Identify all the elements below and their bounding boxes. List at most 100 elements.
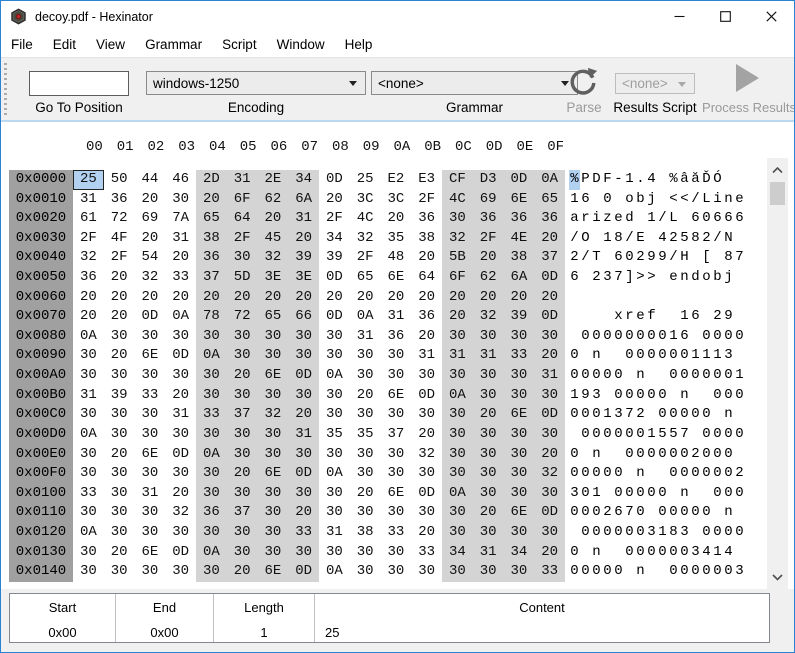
toolbar-drag-handle[interactable] (4, 63, 7, 115)
ascii-char[interactable] (602, 288, 613, 308)
hex-byte[interactable]: 30 (534, 425, 565, 445)
ascii-char[interactable]: 0 (624, 445, 635, 465)
hex-byte[interactable]: 30 (411, 405, 442, 425)
hex-byte[interactable]: 6E (504, 503, 535, 523)
ascii-char[interactable]: % (668, 170, 679, 190)
ascii-char[interactable]: n (635, 464, 646, 484)
hex-byte[interactable]: 30 (350, 503, 381, 523)
ascii-char[interactable]: n (723, 503, 734, 523)
hex-byte[interactable]: 32 (411, 445, 442, 465)
hex-byte[interactable]: 0A (534, 170, 565, 190)
hex-byte[interactable]: 6A (288, 190, 319, 210)
hex-byte[interactable]: 2F (473, 229, 504, 249)
hex-byte[interactable]: 30 (534, 484, 565, 504)
ascii-char[interactable]: 1 (712, 543, 723, 563)
hex-byte[interactable]: 30 (442, 366, 473, 386)
ascii-char[interactable] (657, 464, 668, 484)
hex-byte[interactable]: 64 (227, 209, 258, 229)
ascii-char[interactable]: 1 (624, 170, 635, 190)
ascii-char[interactable]: 7 (613, 268, 624, 288)
hex-byte[interactable]: 30 (381, 366, 412, 386)
menu-script[interactable]: Script (222, 37, 257, 52)
hex-byte[interactable]: 30 (442, 464, 473, 484)
ascii-char[interactable]: 1 (591, 484, 602, 504)
hex-byte[interactable]: 31 (350, 327, 381, 347)
ascii-char[interactable]: 0 (613, 484, 624, 504)
hex-byte[interactable]: 20 (227, 366, 258, 386)
hex-byte[interactable]: 0A (442, 484, 473, 504)
ascii-char[interactable]: 0 (701, 445, 712, 465)
ascii-char[interactable] (602, 307, 613, 327)
ascii-char[interactable]: 0 (613, 523, 624, 543)
ascii-char[interactable]: 0 (613, 464, 624, 484)
ascii-char[interactable]: 3 (591, 386, 602, 406)
ascii-char[interactable]: > (646, 268, 657, 288)
ascii-char[interactable] (646, 366, 657, 386)
ascii-char[interactable]: 1 (679, 307, 690, 327)
ascii-char[interactable] (701, 307, 712, 327)
ascii-char[interactable]: ă (690, 170, 701, 190)
ascii-char[interactable]: 0 (690, 464, 701, 484)
hex-byte[interactable]: 35 (350, 425, 381, 445)
hex-byte[interactable]: 31 (381, 307, 412, 327)
ascii-char[interactable] (591, 307, 602, 327)
hex-byte[interactable]: 20 (258, 209, 289, 229)
ascii-char[interactable]: 0 (701, 425, 712, 445)
hex-byte[interactable]: 0D (288, 562, 319, 582)
hex-byte[interactable]: 0D (504, 170, 535, 190)
ascii-char[interactable] (734, 405, 745, 425)
hex-byte[interactable]: 30 (258, 484, 289, 504)
ascii-char-selected[interactable]: % (569, 170, 580, 190)
ascii-char[interactable] (657, 562, 668, 582)
ascii-char[interactable] (690, 523, 701, 543)
ascii-char[interactable]: 0 (635, 346, 646, 366)
hex-byte[interactable]: 65 (258, 307, 289, 327)
hex-byte[interactable]: CF (442, 170, 473, 190)
ascii-char[interactable]: 0 (657, 543, 668, 563)
ascii-char[interactable]: O (580, 229, 591, 249)
hex-byte[interactable]: 30 (165, 190, 196, 210)
hex-byte[interactable]: 36 (504, 209, 535, 229)
hex-byte[interactable]: 0A (196, 346, 227, 366)
ascii-char[interactable] (734, 170, 745, 190)
ascii-char[interactable]: 0 (712, 366, 723, 386)
hex-byte[interactable]: 0A (350, 307, 381, 327)
hex-byte[interactable]: 30 (381, 503, 412, 523)
hex-byte[interactable]: 30 (319, 405, 350, 425)
ascii-char[interactable]: 1 (690, 346, 701, 366)
hex-byte[interactable]: 31 (473, 543, 504, 563)
ascii-char[interactable] (635, 288, 646, 308)
ascii-char[interactable]: 0 (602, 425, 613, 445)
ascii-char[interactable]: F (602, 170, 613, 190)
ascii-char[interactable]: 0 (624, 484, 635, 504)
ascii-char[interactable]: 0 (635, 503, 646, 523)
ascii-char[interactable]: 0 (602, 327, 613, 347)
ascii-char[interactable]: 0 (690, 366, 701, 386)
ascii-char[interactable]: 6 (569, 268, 580, 288)
ascii-char[interactable]: 0 (734, 523, 745, 543)
hex-byte[interactable]: 0A (442, 386, 473, 406)
hex-byte[interactable]: 30 (165, 425, 196, 445)
hex-byte[interactable]: 20 (288, 288, 319, 308)
ascii-char[interactable]: n (635, 366, 646, 386)
hex-byte[interactable]: 36 (104, 190, 135, 210)
ascii-char[interactable]: / (668, 248, 679, 268)
hex-byte[interactable]: 4C (350, 209, 381, 229)
hex-byte[interactable]: 30 (350, 562, 381, 582)
ascii-char[interactable]: 0 (580, 503, 591, 523)
hex-byte[interactable]: 20 (411, 523, 442, 543)
ascii-char[interactable]: 9 (723, 307, 734, 327)
hex-byte[interactable]: 0D (534, 503, 565, 523)
hex-byte[interactable]: 30 (442, 503, 473, 523)
ascii-char[interactable]: 0 (657, 484, 668, 504)
ascii-char[interactable]: n (723, 405, 734, 425)
ascii-char[interactable]: 0 (668, 445, 679, 465)
ascii-char[interactable] (712, 288, 723, 308)
hex-byte[interactable]: 30 (442, 209, 473, 229)
ascii-char[interactable]: 0 (657, 445, 668, 465)
hex-byte[interactable]: 30 (227, 248, 258, 268)
hex-byte[interactable]: 30 (104, 503, 135, 523)
ascii-text[interactable]: 2/T 6 0 2 9 9/H [ 87 (565, 248, 745, 268)
ascii-char[interactable] (580, 445, 591, 465)
ascii-char[interactable]: 8 (690, 229, 701, 249)
